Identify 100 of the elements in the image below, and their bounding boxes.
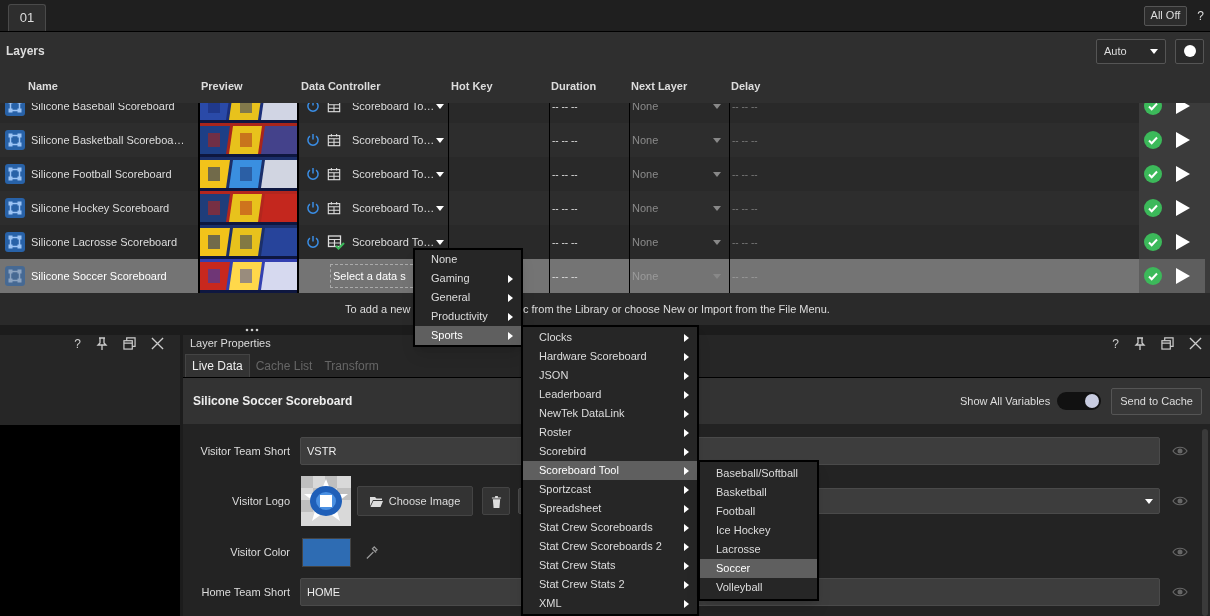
check-circle-icon[interactable] [1144, 165, 1162, 183]
check-circle-icon[interactable] [1144, 233, 1162, 251]
menu-item[interactable]: Baseball/Softball [700, 464, 817, 483]
record-icon [1183, 45, 1196, 57]
pin-icon[interactable] [96, 337, 108, 350]
calendar-icon[interactable] [327, 133, 341, 147]
help-button[interactable]: ? [1112, 334, 1119, 353]
check-circle-icon[interactable] [1144, 267, 1162, 285]
column-header[interactable]: Next Layer [631, 80, 688, 93]
menu-item[interactable]: Stat Crew Stats [523, 556, 697, 575]
data-controller-dropdown[interactable]: Scoreboard To… [352, 165, 445, 183]
power-icon[interactable] [306, 103, 320, 113]
column-header[interactable]: Duration [551, 80, 597, 93]
delay-value: -- -- -- [732, 133, 758, 148]
menu-item[interactable]: Clocks [523, 328, 697, 347]
next-layer-dropdown[interactable]: None [632, 103, 721, 115]
menu-item[interactable]: Spreadsheet [523, 499, 697, 518]
menu-item[interactable]: Football [700, 502, 817, 521]
column-header[interactable]: Delay [731, 80, 761, 93]
restore-icon[interactable] [1161, 337, 1174, 350]
layer-icon [5, 266, 25, 286]
menu-item[interactable]: Stat Crew Stats 2 [523, 575, 697, 594]
grip-icon[interactable] [245, 328, 259, 332]
eye-icon[interactable] [1172, 495, 1188, 507]
hint-text: c from the Library or choose New or Import from the File Menu. [523, 301, 830, 317]
calendar-icon[interactable] [327, 103, 341, 113]
menu-item[interactable]: Soccer [700, 559, 817, 578]
calendar-check-icon[interactable] [327, 234, 345, 250]
layer-name: Silicone Basketball Scoreboa… [31, 132, 185, 148]
color-swatch[interactable] [302, 537, 351, 567]
menu-item[interactable]: NewTek DataLink [523, 404, 697, 423]
next-layer-dropdown[interactable]: None [632, 233, 721, 251]
next-layer-dropdown[interactable]: None [632, 165, 721, 183]
power-icon[interactable] [306, 235, 320, 249]
eye-icon[interactable] [1172, 546, 1188, 558]
choose-image-button[interactable]: Choose Image [357, 486, 473, 516]
menu-item[interactable]: Lacrosse [700, 540, 817, 559]
help-button[interactable]: ? [1197, 6, 1204, 25]
eye-icon[interactable] [1172, 445, 1188, 457]
close-icon[interactable] [151, 337, 164, 350]
all-off-button[interactable]: All Off [1143, 5, 1188, 26]
caret-icon [713, 239, 721, 245]
close-icon[interactable] [1189, 337, 1202, 350]
mode-dropdown[interactable]: Auto [1096, 38, 1166, 64]
calendar-icon[interactable] [327, 167, 341, 181]
trash-icon [490, 494, 502, 508]
play-icon[interactable] [1176, 234, 1190, 250]
menu-item[interactable]: JSON [523, 366, 697, 385]
toggle-switch[interactable] [1057, 392, 1102, 410]
menu-item[interactable]: Volleyball [700, 578, 817, 597]
eyedropper-icon[interactable] [365, 544, 378, 560]
column-header[interactable]: Hot Key [451, 80, 493, 93]
check-circle-icon[interactable] [1144, 199, 1162, 217]
check-circle-icon[interactable] [1144, 131, 1162, 149]
menu-item[interactable]: Stat Crew Scoreboards [523, 518, 697, 537]
menu-item[interactable]: Sports [415, 326, 521, 345]
menu-item[interactable]: Ice Hockey [700, 521, 817, 540]
menu-item[interactable]: Leaderboard [523, 385, 697, 404]
delay-value: -- -- -- [732, 201, 758, 216]
tab[interactable]: 01 [8, 4, 46, 31]
power-icon[interactable] [306, 201, 320, 215]
column-header[interactable]: Data Controller [301, 80, 381, 93]
next-layer-dropdown[interactable]: None [632, 131, 721, 149]
column-header[interactable]: Name [28, 80, 58, 93]
power-icon[interactable] [306, 167, 320, 181]
menu-item[interactable]: Scorebird [523, 442, 697, 461]
panel-title: Layers [6, 43, 45, 60]
play-icon[interactable] [1176, 132, 1190, 148]
eye-icon[interactable] [1172, 586, 1188, 598]
tab[interactable]: Live Data [185, 354, 250, 377]
duration-value: -- -- -- [552, 269, 578, 284]
caret-icon [713, 205, 721, 211]
play-icon[interactable] [1176, 166, 1190, 182]
layer-icon [5, 232, 25, 252]
play-icon[interactable] [1176, 268, 1190, 284]
menu-item[interactable]: Scoreboard Tool [523, 461, 697, 480]
field-label: Home Team Short [201, 585, 290, 598]
power-icon[interactable] [306, 133, 320, 147]
pin-icon[interactable] [1134, 337, 1146, 350]
field-label: Visitor Logo [232, 494, 290, 507]
column-header[interactable]: Preview [201, 80, 243, 93]
restore-icon[interactable] [123, 337, 136, 350]
menu-item[interactable]: Sportzcast [523, 480, 697, 499]
delete-button[interactable] [482, 487, 510, 515]
menu-item[interactable]: Stat Crew Scoreboards 2 [523, 537, 697, 556]
data-controller-dropdown[interactable]: Scoreboard To… [352, 199, 445, 217]
send-to-cache-button[interactable]: Send to Cache [1111, 387, 1202, 415]
help-button[interactable]: ? [74, 334, 81, 353]
caret-icon [713, 171, 721, 177]
menu-item[interactable]: Hardware Scoreboard [523, 347, 697, 366]
next-layer-dropdown[interactable]: None [632, 199, 721, 217]
calendar-icon[interactable] [327, 201, 341, 215]
menu-item[interactable]: Basketball [700, 483, 817, 502]
menu-item[interactable]: Productivity [415, 307, 521, 326]
play-icon[interactable] [1176, 200, 1190, 216]
data-controller-dropdown[interactable]: Scoreboard To… [352, 233, 445, 251]
data-controller-dropdown[interactable]: Scoreboard To… [352, 131, 445, 149]
menu-item[interactable]: XML [523, 594, 697, 613]
scrollbar[interactable] [1205, 103, 1210, 293]
record-button[interactable] [1175, 38, 1204, 64]
